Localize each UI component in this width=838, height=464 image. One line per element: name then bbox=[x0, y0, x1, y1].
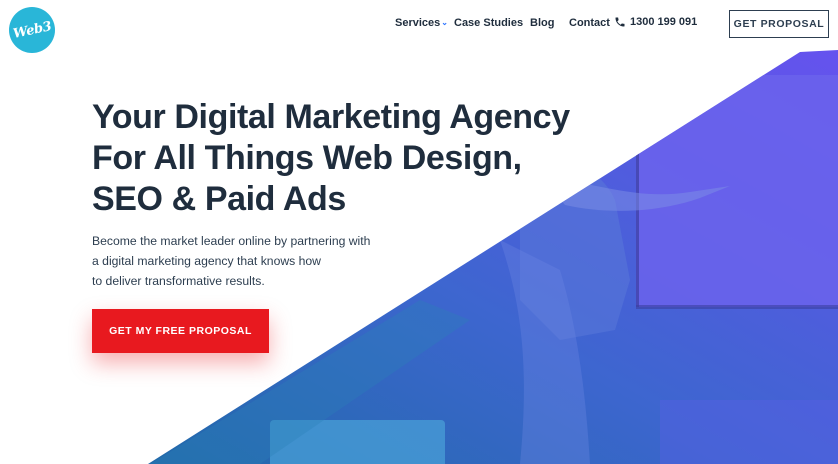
phone-number: 1300 199 091 bbox=[630, 16, 698, 28]
brand-logo[interactable]: Web3 bbox=[9, 7, 55, 53]
nav-item-contact[interactable]: Contact bbox=[569, 17, 610, 29]
subtext-line: Become the market leader online by partn… bbox=[92, 234, 371, 248]
chevron-down-icon: ⌄ bbox=[441, 18, 448, 27]
nav-item-case-studies[interactable]: Case Studies bbox=[454, 17, 523, 29]
get-free-proposal-button[interactable]: GET MY FREE PROPOSAL bbox=[92, 309, 269, 353]
hero-subtext: Become the market leader online by partn… bbox=[92, 231, 382, 291]
logo-text: Web3 bbox=[11, 18, 53, 42]
hero-headline: Your Digital Marketing Agency For All Th… bbox=[92, 97, 570, 220]
get-proposal-button[interactable]: GET PROPOSAL bbox=[729, 10, 829, 38]
phone-link[interactable]: 1300 199 091 bbox=[614, 16, 697, 28]
subtext-line: to deliver transformative results. bbox=[92, 274, 265, 288]
nav-item-services[interactable]: Services⌄ bbox=[395, 17, 448, 29]
phone-icon bbox=[615, 17, 625, 27]
headline-line: For All Things Web Design, bbox=[92, 139, 522, 177]
headline-line: Your Digital Marketing Agency bbox=[92, 98, 570, 136]
site-header: Web3 Services⌄ Case Studies Blog Contact… bbox=[0, 0, 838, 53]
subtext-line: a digital marketing agency that knows ho… bbox=[92, 254, 321, 268]
headline-line: SEO & Paid Ads bbox=[92, 180, 346, 218]
nav-item-blog[interactable]: Blog bbox=[530, 17, 554, 29]
nav-item-services-label: Services bbox=[395, 17, 441, 29]
